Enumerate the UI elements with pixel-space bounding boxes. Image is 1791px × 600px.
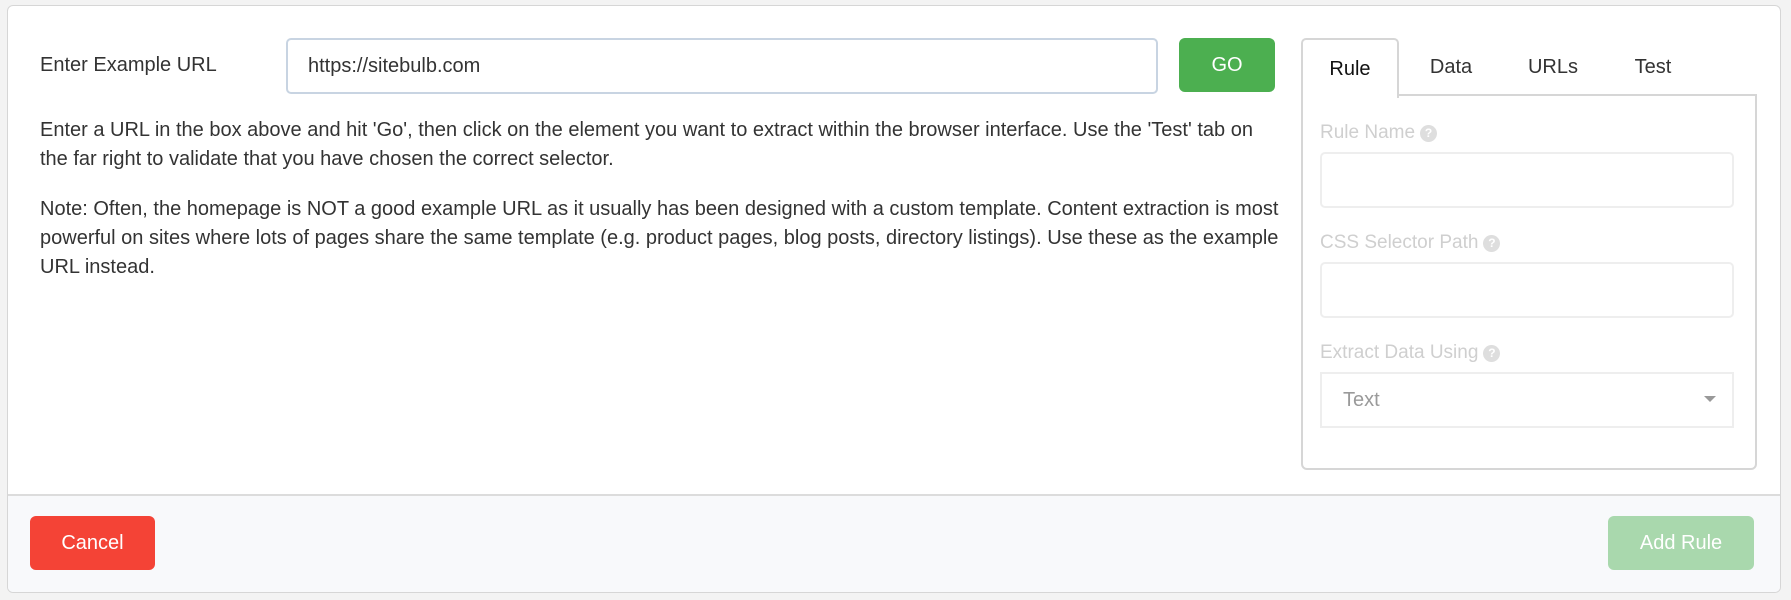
extract-data-label: Extract Data Using? (1320, 342, 1501, 364)
rule-name-input[interactable] (1320, 152, 1734, 208)
tab-urls[interactable]: URLs (1503, 38, 1603, 96)
modal-body: Enter Example URL GO Enter a URL in the … (8, 6, 1780, 496)
example-url-input[interactable] (286, 38, 1158, 94)
add-extraction-rule-modal: Enter Example URL GO Enter a URL in the … (7, 5, 1781, 593)
caret-down-icon (1704, 396, 1716, 402)
css-selector-input[interactable] (1320, 262, 1734, 318)
css-selector-label: CSS Selector Path? (1320, 232, 1501, 254)
rule-tabs: Rule Data URLs Test (1301, 38, 1757, 98)
question-circle-icon[interactable]: ? (1420, 125, 1438, 142)
help-text: Enter a URL in the box above and hit 'Go… (40, 116, 1280, 303)
tab-test[interactable]: Test (1603, 38, 1703, 96)
extract-data-selected-value: Text (1343, 389, 1380, 411)
example-url-label: Enter Example URL (40, 54, 217, 76)
tab-data[interactable]: Data (1399, 38, 1503, 96)
tab-rule[interactable]: Rule (1301, 38, 1399, 98)
rule-tab-panel: Rule Name? CSS Selector Path? Extract Da… (1301, 94, 1757, 470)
add-rule-button[interactable]: Add Rule (1608, 516, 1754, 570)
rule-name-label: Rule Name? (1320, 122, 1438, 144)
extract-data-select[interactable]: Text (1320, 372, 1734, 428)
question-circle-icon[interactable]: ? (1483, 235, 1501, 252)
modal-footer: Cancel Add Rule (8, 494, 1780, 592)
help-paragraph-instructions: Enter a URL in the box above and hit 'Go… (40, 119, 1253, 170)
question-circle-icon[interactable]: ? (1483, 345, 1501, 362)
help-paragraph-note: Note: Often, the homepage is NOT a good … (40, 198, 1279, 278)
go-button[interactable]: GO (1179, 38, 1275, 92)
cancel-button[interactable]: Cancel (30, 516, 155, 570)
